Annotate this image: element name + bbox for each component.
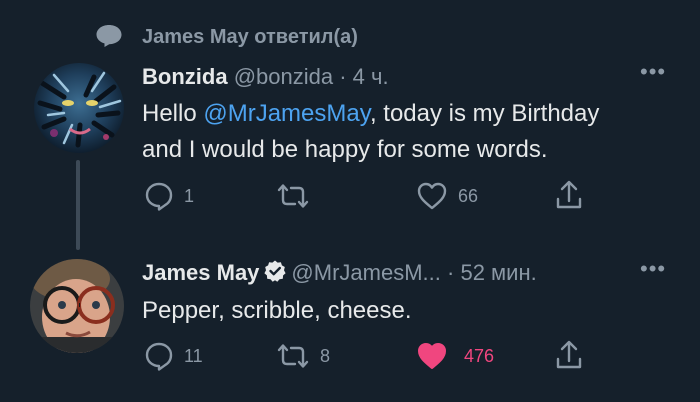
tweet-time[interactable]: 4 ч. <box>353 64 389 89</box>
like-button[interactable]: 476 <box>416 341 494 371</box>
tweet-header: Bonzida @bonzida · 4 ч. <box>142 63 389 91</box>
tweet-text: Pepper, scribble, cheese. <box>142 297 412 324</box>
author-handle[interactable]: @MrJamesM... <box>291 260 440 285</box>
retweet-icon <box>277 184 309 208</box>
share-button[interactable] <box>554 179 584 211</box>
heart-icon <box>418 343 446 369</box>
reply-count: 1 <box>184 186 195 206</box>
retweet-icon <box>277 344 309 368</box>
more-options-icon[interactable]: ••• <box>640 61 666 83</box>
reply-count: 11 <box>184 346 203 366</box>
reply-icon <box>145 342 173 371</box>
tweet-header: James May @MrJamesM... · 52 мин. <box>142 259 537 287</box>
thread-connector-line <box>76 160 80 250</box>
author-name[interactable]: James May <box>142 260 259 285</box>
tweet-text: Hello @MrJamesMay, today is my Birthday … <box>142 100 600 163</box>
like-button[interactable]: 66 <box>416 181 478 211</box>
share-icon <box>556 180 582 209</box>
share-button[interactable] <box>554 339 584 371</box>
retweet-button[interactable]: 8 <box>276 343 330 369</box>
james-may-avatar-image <box>30 259 124 353</box>
share-icon <box>556 340 582 369</box>
reply-button[interactable]: 1 <box>144 181 194 211</box>
speech-bubble-icon <box>96 25 122 47</box>
mention-link[interactable]: @MrJamesMay <box>203 100 370 127</box>
heart-icon <box>417 182 447 210</box>
tweet-time[interactable]: 52 мин. <box>460 260 536 285</box>
author-handle[interactable]: @bonzida <box>234 64 333 89</box>
author-name[interactable]: Bonzida <box>142 64 228 89</box>
tiger-avatar-image <box>34 63 124 153</box>
reply-icon <box>145 182 173 211</box>
retweet-count: 8 <box>320 346 331 366</box>
time-separator: · <box>339 64 347 89</box>
like-count: 66 <box>458 186 479 206</box>
more-options-icon[interactable]: ••• <box>640 258 666 280</box>
retweet-button[interactable] <box>276 183 320 209</box>
verified-badge-icon <box>264 260 287 282</box>
avatar-bonzida[interactable] <box>34 63 124 153</box>
reply-button[interactable]: 11 <box>144 341 203 371</box>
reply-context-label: James May ответил(а) <box>142 26 358 48</box>
like-count: 476 <box>464 346 495 366</box>
avatar-james-may[interactable] <box>30 259 124 353</box>
